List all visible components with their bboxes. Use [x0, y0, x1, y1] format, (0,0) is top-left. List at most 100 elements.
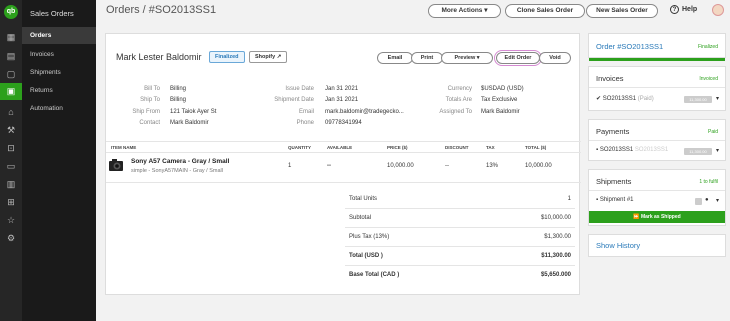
check-icon: ✔	[596, 96, 602, 102]
edit-order-button[interactable]: Edit Order	[494, 50, 542, 66]
settings-icon[interactable]: ⚙	[6, 233, 16, 243]
hammer-icon[interactable]: ⚒	[6, 125, 16, 135]
ship-to-value: Billing	[170, 97, 187, 103]
tax-value: $1,300.00	[544, 234, 571, 240]
contact-value: Mark Baldomir	[170, 120, 209, 126]
tax-label: Plus Tax (13%)	[349, 234, 390, 240]
total-usd-label: Total (USD )	[349, 253, 383, 259]
shopify-badge[interactable]: Shopify ↗	[249, 51, 288, 63]
icon-rail: qb ▦ ▤ ▢ ▣ ⌂ ⚒ ⊡ ▭ ▥ ⊞ ☆ ⚙	[0, 0, 22, 321]
sidebar-item-returns[interactable]: Returns	[30, 87, 53, 94]
new-sales-order-button[interactable]: New Sales Order	[586, 4, 658, 18]
payments-panel-status: Paid	[707, 129, 718, 135]
invoice-item[interactable]: ✔ SO2013SS1 (Paid)	[596, 95, 654, 102]
mark-as-shipped-button[interactable]: ⏩ Mark as Shipped	[589, 211, 725, 223]
invoice-amount: 11,300.00	[684, 96, 712, 103]
preview-button[interactable]: Preview ▾	[441, 52, 493, 64]
order-panel-accent	[589, 58, 725, 61]
truck-icon[interactable]: ▭	[6, 161, 16, 171]
sidebar-item-shipments[interactable]: Shipments	[30, 69, 61, 76]
base-total-label: Base Total (CAD )	[349, 272, 400, 278]
payment-amount: 11,300.00	[684, 148, 712, 155]
quickbooks-logo-icon[interactable]: qb	[4, 5, 18, 19]
mark-as-shipped-label: Mark as Shipped	[640, 214, 681, 220]
apps-icon[interactable]: ⊞	[6, 197, 16, 207]
issue-date-value: Jan 31 2021	[325, 86, 359, 92]
col-total: TOTAL ($)	[525, 145, 547, 150]
cart-icon[interactable]: ⊡	[6, 143, 16, 153]
sidebar-item-automation[interactable]: Automation	[30, 105, 63, 112]
base-total-row: Base Total (CAD ) $5,650.000	[345, 266, 575, 285]
tax-row: Plus Tax (13%) $1,300.00	[345, 228, 575, 247]
shipments-panel-status: 1 to fulfil	[699, 179, 718, 185]
order-panel: Order #SO2013SS1 Finalized	[588, 33, 726, 61]
row-tax: 13%	[486, 163, 499, 169]
print-button[interactable]: Print	[411, 52, 443, 64]
col-price: PRICE ($)	[387, 145, 408, 150]
more-actions-button[interactable]: More Actions ▾	[428, 4, 501, 18]
box-icon[interactable]: ▢	[6, 69, 16, 79]
payment-number: SO2013SS1	[599, 147, 634, 153]
phone-label: Phone	[296, 120, 314, 126]
assigned-to-value: Mark Baldomir	[481, 109, 520, 115]
totals-are-label: Totals Are	[445, 97, 472, 103]
payments-panel-title: Payments	[596, 127, 630, 136]
invoices-panel-title: Invoices	[596, 74, 624, 83]
clone-sales-order-button[interactable]: Clone Sales Order	[505, 4, 585, 18]
order-panel-status: Finalized	[697, 44, 718, 50]
star-icon[interactable]: ☆	[6, 215, 16, 225]
line-items-header: ITEM NAME QUANTITY AVAILABLE PRICE ($) D…	[106, 141, 581, 153]
order-panel-title[interactable]: Order #SO2013SS1	[596, 42, 663, 51]
help-label: Help	[682, 6, 698, 13]
sidebar-item-orders[interactable]: Orders	[22, 27, 96, 44]
chevron-down-icon: ▾	[484, 7, 488, 14]
assigned-to-label: Assigned To	[439, 109, 472, 115]
col-item-name: ITEM NAME	[111, 145, 137, 150]
sales-icon[interactable]: ▣	[0, 83, 22, 100]
dashboard-icon[interactable]: ▦	[6, 32, 16, 42]
show-history-link[interactable]: Show History	[596, 241, 640, 250]
sidebar-title: Sales Orders	[30, 9, 74, 18]
email-button[interactable]: Email	[377, 52, 413, 64]
customer-name[interactable]: Mark Lester Baldomir	[116, 52, 202, 62]
invoice-paid-status: (Paid)	[637, 96, 654, 102]
tag-icon[interactable]: ⌂	[6, 107, 16, 117]
avatar[interactable]	[712, 4, 724, 16]
product-variant: simple - SonyA57MAIN - Gray / Small	[131, 168, 223, 174]
base-total-value: $5,650.000	[540, 272, 571, 278]
shipments-panel: Shipments 1 to fulfil ▪ Shipment #1 ● ▾ …	[588, 169, 726, 226]
shipment-box-icon	[695, 198, 702, 205]
email-label: Email	[298, 109, 314, 115]
issue-date-label: Issue Date	[285, 86, 314, 92]
bill-to-value: Billing	[170, 86, 187, 92]
external-link-icon: ↗	[276, 54, 282, 60]
total-units-label: Total Units	[349, 196, 378, 202]
chevron-down-icon[interactable]: ▾	[716, 197, 719, 204]
invoices-panel-status: Invoiced	[699, 76, 718, 82]
help-button[interactable]: ? Help	[670, 5, 697, 14]
product-name[interactable]: Sony A57 Camera - Gray / Small	[131, 158, 229, 165]
shipment-item[interactable]: ▪ Shipment #1	[596, 197, 634, 203]
void-button[interactable]: Void	[539, 52, 571, 64]
sales-sidebar: Sales Orders Orders Invoices Shipments R…	[22, 0, 96, 321]
divider	[589, 87, 725, 88]
totals-are-value: Tax Exclusive	[481, 97, 518, 103]
chevron-down-icon[interactable]: ▾	[716, 95, 719, 102]
currency-value: $USDAD (USD)	[481, 86, 524, 92]
table-row[interactable]: Sony A57 Camera - Gray / Small simple - …	[106, 153, 581, 183]
subtotal-value: $10,000.00	[540, 215, 571, 221]
payment-item[interactable]: ▪ SO2013SS1 SO2013SS1	[596, 147, 668, 153]
subtotal-label: Subtotal	[349, 215, 372, 221]
chevron-down-icon[interactable]: ▾	[716, 147, 719, 154]
row-total: 10,000.00	[525, 163, 552, 169]
ship-from-value: 121 Taiok Ayer St	[170, 109, 217, 115]
shipment-number: Shipment #1	[599, 197, 634, 203]
divider	[589, 140, 725, 141]
sidebar-item-invoices[interactable]: Invoices	[30, 51, 54, 58]
grid-icon[interactable]: ▤	[6, 51, 16, 61]
email-value: mark.baldomir@tradegecko...	[325, 109, 404, 115]
subtotal-row: Subtotal $10,000.00	[345, 209, 575, 228]
row-quantity: 1	[288, 163, 292, 169]
truck-icon: ⏩	[633, 214, 640, 220]
reports-icon[interactable]: ▥	[6, 179, 16, 189]
